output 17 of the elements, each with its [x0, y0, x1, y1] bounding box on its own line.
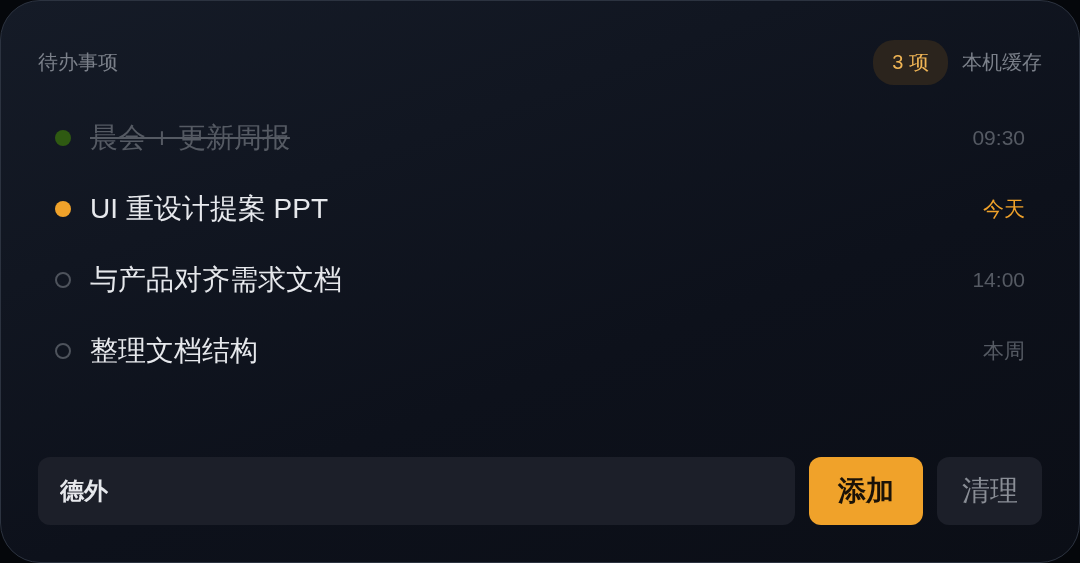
todo-item[interactable]: 整理文档结构 本周 [38, 315, 1042, 386]
todo-item[interactable]: UI 重设计提案 PPT 今天 [38, 173, 1042, 244]
add-button[interactable]: 添加 [809, 457, 923, 525]
todo-text: 晨会 + 更新周报 [90, 120, 291, 155]
due-label: 今天 [983, 195, 1025, 222]
clear-button[interactable]: 清理 [937, 457, 1042, 525]
todo-text: UI 重设计提案 PPT [90, 191, 329, 226]
due-label: 09:30 [972, 125, 1025, 150]
storage-label: 本机缓存 [962, 49, 1042, 75]
todo-item[interactable]: 与产品对齐需求文档 14:00 [38, 244, 1042, 315]
todo-text: 整理文档结构 [90, 333, 259, 368]
count-badge: 3 项 [873, 39, 948, 85]
due-label: 14:00 [972, 267, 1025, 292]
panel-title: 待办事项 [38, 49, 118, 75]
todo-text: 与产品对齐需求文档 [90, 262, 343, 297]
input-field[interactable]: 德外 [38, 457, 795, 525]
due-label: 本周 [983, 337, 1025, 364]
